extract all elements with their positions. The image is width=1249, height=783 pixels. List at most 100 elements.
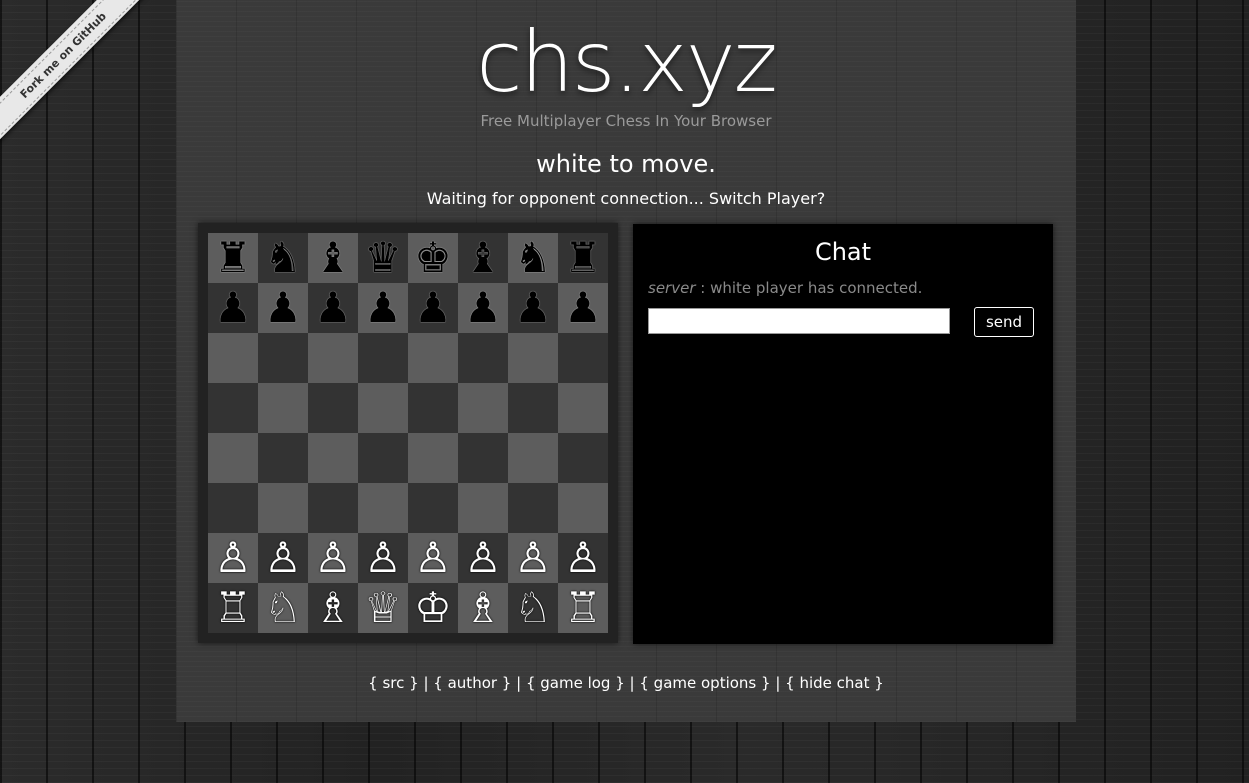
black-piece[interactable]: ♚ (414, 233, 452, 283)
square-a6[interactable] (208, 333, 258, 383)
square-d8[interactable]: ♛ (358, 233, 408, 283)
white-piece[interactable]: ♙ (364, 533, 402, 583)
black-piece[interactable]: ♟ (564, 283, 602, 333)
square-e6[interactable] (408, 333, 458, 383)
square-h3[interactable] (558, 483, 608, 533)
square-c3[interactable] (308, 483, 358, 533)
square-c1[interactable]: ♗ (308, 583, 358, 633)
black-piece[interactable]: ♛ (364, 233, 402, 283)
square-b7[interactable]: ♟ (258, 283, 308, 333)
black-piece[interactable]: ♟ (264, 283, 302, 333)
square-d6[interactable] (358, 333, 408, 383)
square-h7[interactable]: ♟ (558, 283, 608, 333)
game-options-link[interactable]: { game options } (639, 674, 770, 692)
send-button[interactable]: send (974, 307, 1034, 337)
white-piece[interactable]: ♗ (464, 583, 502, 633)
white-piece[interactable]: ♘ (514, 583, 552, 633)
square-b4[interactable] (258, 433, 308, 483)
square-b6[interactable] (258, 333, 308, 383)
game-log-link[interactable]: { game log } (526, 674, 625, 692)
switch-player-link[interactable]: Switch Player? (709, 189, 825, 208)
square-e5[interactable] (408, 383, 458, 433)
square-d5[interactable] (358, 383, 408, 433)
square-d1[interactable]: ♕ (358, 583, 408, 633)
square-c6[interactable] (308, 333, 358, 383)
black-piece[interactable]: ♟ (414, 283, 452, 333)
square-a5[interactable] (208, 383, 258, 433)
white-piece[interactable]: ♕ (364, 583, 402, 633)
square-f5[interactable] (458, 383, 508, 433)
square-c5[interactable] (308, 383, 358, 433)
square-f6[interactable] (458, 333, 508, 383)
square-f8[interactable]: ♝ (458, 233, 508, 283)
square-e8[interactable]: ♚ (408, 233, 458, 283)
white-piece[interactable]: ♙ (314, 533, 352, 583)
white-piece[interactable]: ♗ (314, 583, 352, 633)
square-f3[interactable] (458, 483, 508, 533)
black-piece[interactable]: ♞ (264, 233, 302, 283)
black-piece[interactable]: ♟ (514, 283, 552, 333)
black-piece[interactable]: ♝ (314, 233, 352, 283)
square-e2[interactable]: ♙ (408, 533, 458, 583)
square-h4[interactable] (558, 433, 608, 483)
white-piece[interactable]: ♙ (214, 533, 252, 583)
square-f4[interactable] (458, 433, 508, 483)
square-g6[interactable] (508, 333, 558, 383)
square-d3[interactable] (358, 483, 408, 533)
square-h6[interactable] (558, 333, 608, 383)
square-f7[interactable]: ♟ (458, 283, 508, 333)
square-g7[interactable]: ♟ (508, 283, 558, 333)
square-h5[interactable] (558, 383, 608, 433)
white-piece[interactable]: ♙ (514, 533, 552, 583)
author-link[interactable]: { author } (433, 674, 511, 692)
square-h2[interactable]: ♙ (558, 533, 608, 583)
square-d7[interactable]: ♟ (358, 283, 408, 333)
white-piece[interactable]: ♖ (564, 583, 602, 633)
white-piece[interactable]: ♙ (464, 533, 502, 583)
white-piece[interactable]: ♙ (564, 533, 602, 583)
square-h8[interactable]: ♜ (558, 233, 608, 283)
square-f1[interactable]: ♗ (458, 583, 508, 633)
white-piece[interactable]: ♙ (414, 533, 452, 583)
white-piece[interactable]: ♘ (264, 583, 302, 633)
square-g3[interactable] (508, 483, 558, 533)
square-e4[interactable] (408, 433, 458, 483)
square-g4[interactable] (508, 433, 558, 483)
square-h1[interactable]: ♖ (558, 583, 608, 633)
black-piece[interactable]: ♟ (214, 283, 252, 333)
square-a2[interactable]: ♙ (208, 533, 258, 583)
square-g1[interactable]: ♘ (508, 583, 558, 633)
square-d2[interactable]: ♙ (358, 533, 408, 583)
square-f2[interactable]: ♙ (458, 533, 508, 583)
fork-on-github-link[interactable]: Fork me on GitHub (0, 0, 150, 147)
square-g8[interactable]: ♞ (508, 233, 558, 283)
square-g2[interactable]: ♙ (508, 533, 558, 583)
black-piece[interactable]: ♟ (314, 283, 352, 333)
src-link[interactable]: { src } (368, 674, 419, 692)
square-c7[interactable]: ♟ (308, 283, 358, 333)
hide-chat-link[interactable]: { hide chat } (785, 674, 884, 692)
black-piece[interactable]: ♜ (214, 233, 252, 283)
square-b1[interactable]: ♘ (258, 583, 308, 633)
square-d4[interactable] (358, 433, 408, 483)
black-piece[interactable]: ♟ (364, 283, 402, 333)
chat-message-input[interactable] (648, 308, 950, 334)
square-c4[interactable] (308, 433, 358, 483)
square-g5[interactable] (508, 383, 558, 433)
square-b5[interactable] (258, 383, 308, 433)
square-c8[interactable]: ♝ (308, 233, 358, 283)
square-a8[interactable]: ♜ (208, 233, 258, 283)
white-piece[interactable]: ♔ (414, 583, 452, 633)
square-b8[interactable]: ♞ (258, 233, 308, 283)
square-e7[interactable]: ♟ (408, 283, 458, 333)
square-b2[interactable]: ♙ (258, 533, 308, 583)
white-piece[interactable]: ♖ (214, 583, 252, 633)
square-e3[interactable] (408, 483, 458, 533)
square-b3[interactable] (258, 483, 308, 533)
square-a4[interactable] (208, 433, 258, 483)
square-a3[interactable] (208, 483, 258, 533)
black-piece[interactable]: ♞ (514, 233, 552, 283)
square-e1[interactable]: ♔ (408, 583, 458, 633)
black-piece[interactable]: ♟ (464, 283, 502, 333)
square-c2[interactable]: ♙ (308, 533, 358, 583)
